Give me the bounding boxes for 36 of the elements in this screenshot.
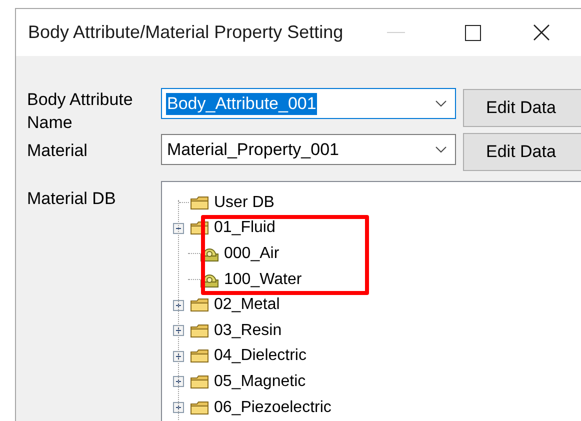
maximize-icon[interactable] [465, 24, 482, 40]
dropdown-field[interactable]: Material_Property_001 [161, 134, 456, 165]
folder-icon [190, 298, 209, 312]
expand-icon[interactable] [173, 350, 184, 362]
chevron-down-icon [435, 100, 447, 107]
tree-item[interactable]: 100_Water [224, 268, 302, 292]
tree-view[interactable]: User DB 01_Fluid 000_Air 100_Water 02_Metal 03_Resin 04_Dielectric 05_Magnetic 06_Piezoelectric [161, 181, 581, 421]
field-label: Material DB [27, 188, 117, 210]
tree-item[interactable]: 04_Dielectric [214, 344, 306, 368]
material-icon [200, 272, 219, 288]
expand-icon[interactable] [173, 402, 184, 414]
tree-item[interactable]: 06_Piezoelectric [214, 396, 332, 420]
expand-icon[interactable] [173, 300, 184, 311]
expand-icon[interactable] [173, 325, 184, 336]
tree-item[interactable]: 05_Magnetic [214, 370, 306, 394]
edit-data-button[interactable]: Edit Data [463, 89, 581, 127]
folder-icon [190, 324, 209, 338]
window-title: Body Attribute/Material Property Setting [28, 21, 344, 44]
tree-item[interactable]: 000_Air [224, 242, 280, 266]
close-icon[interactable] [533, 24, 550, 41]
field-label: Material [27, 140, 88, 162]
folder-icon [190, 374, 209, 389]
folder-icon [190, 400, 209, 415]
dropdown-field[interactable]: Body_Attribute_001 [161, 88, 456, 119]
folder-icon [190, 349, 209, 364]
tree-item[interactable]: 02_Metal [214, 293, 280, 318]
edit-data-button[interactable]: Edit Data [463, 133, 581, 171]
tree-item[interactable]: User DB [214, 190, 274, 215]
tree-item[interactable]: 01_Fluid [214, 216, 276, 240]
chevron-down-icon [435, 146, 447, 153]
tree-item[interactable]: 03_Resin [214, 318, 282, 343]
material-icon [200, 246, 219, 262]
field-label: Body Attribute Name [27, 89, 134, 134]
collapse-icon[interactable] [173, 222, 184, 234]
expand-icon[interactable] [173, 376, 184, 388]
folder-icon [190, 196, 209, 210]
